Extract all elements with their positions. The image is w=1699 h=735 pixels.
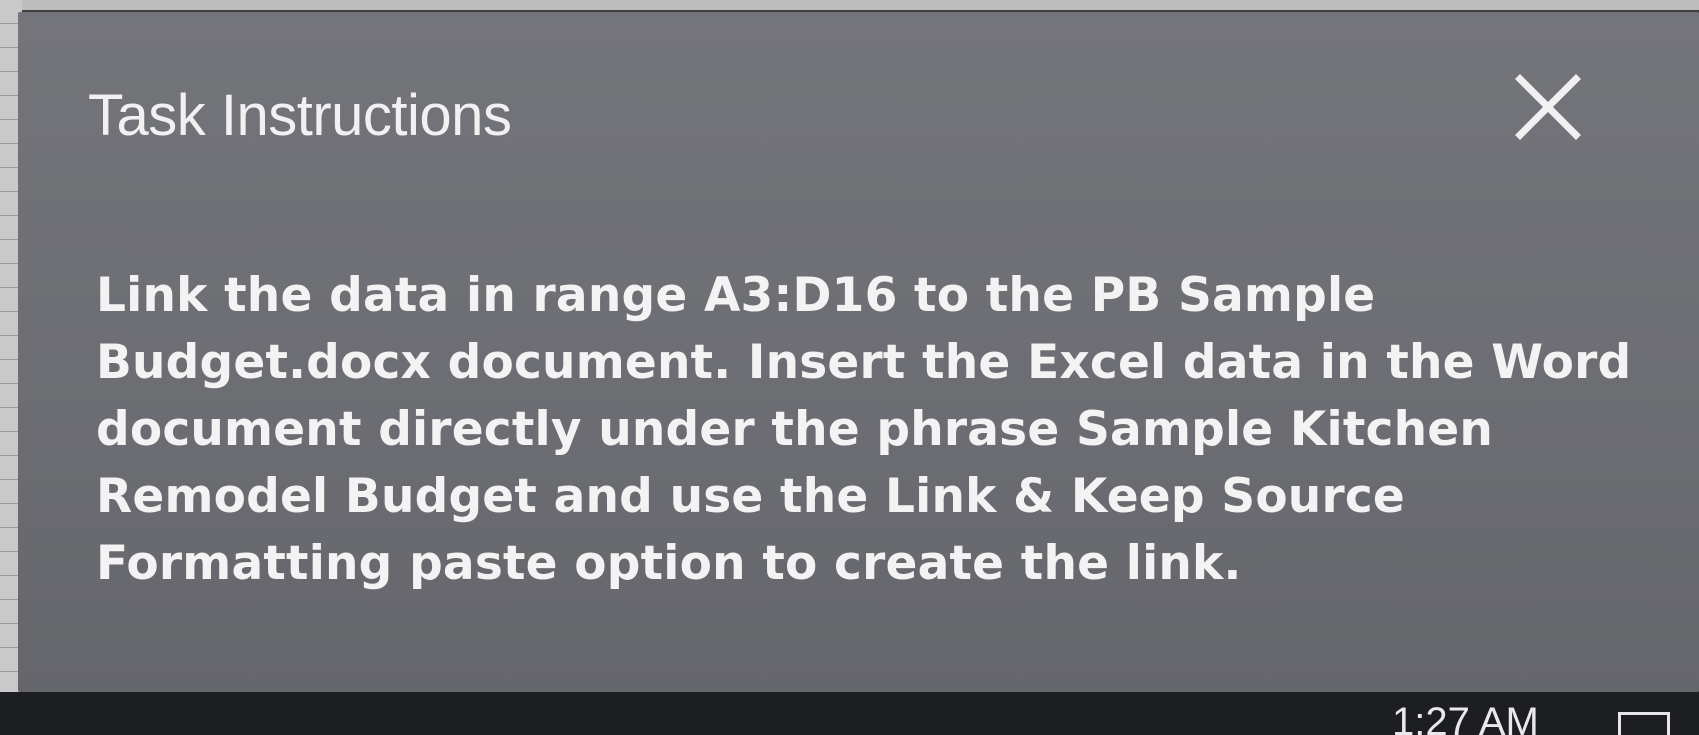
spreadsheet-background [0,0,1699,10]
instruction-line: Formatting paste option to create the li… [96,536,1242,591]
close-button[interactable] [1508,67,1588,147]
panel-title: Task Instructions [88,83,512,148]
notification-icon[interactable] [1618,712,1670,735]
instruction-line: Link the data in range A3:D16 to the PB … [96,268,1376,323]
task-instructions-text: Link the data in range A3:D16 to the PB … [96,262,1636,597]
taskbar-clock[interactable]: 1:27 AM [1392,700,1539,735]
instruction-line: Remodel Budget and use the Link & Keep S… [96,469,1405,524]
instruction-line: document directly under the phrase Sampl… [96,402,1493,457]
instruction-line: Budget.docx document. Insert the Excel d… [96,335,1632,390]
screen: Task Instructions Link the data in range… [0,0,1699,735]
task-instructions-panel: Task Instructions Link the data in range… [18,12,1699,692]
close-icon [1515,74,1581,140]
